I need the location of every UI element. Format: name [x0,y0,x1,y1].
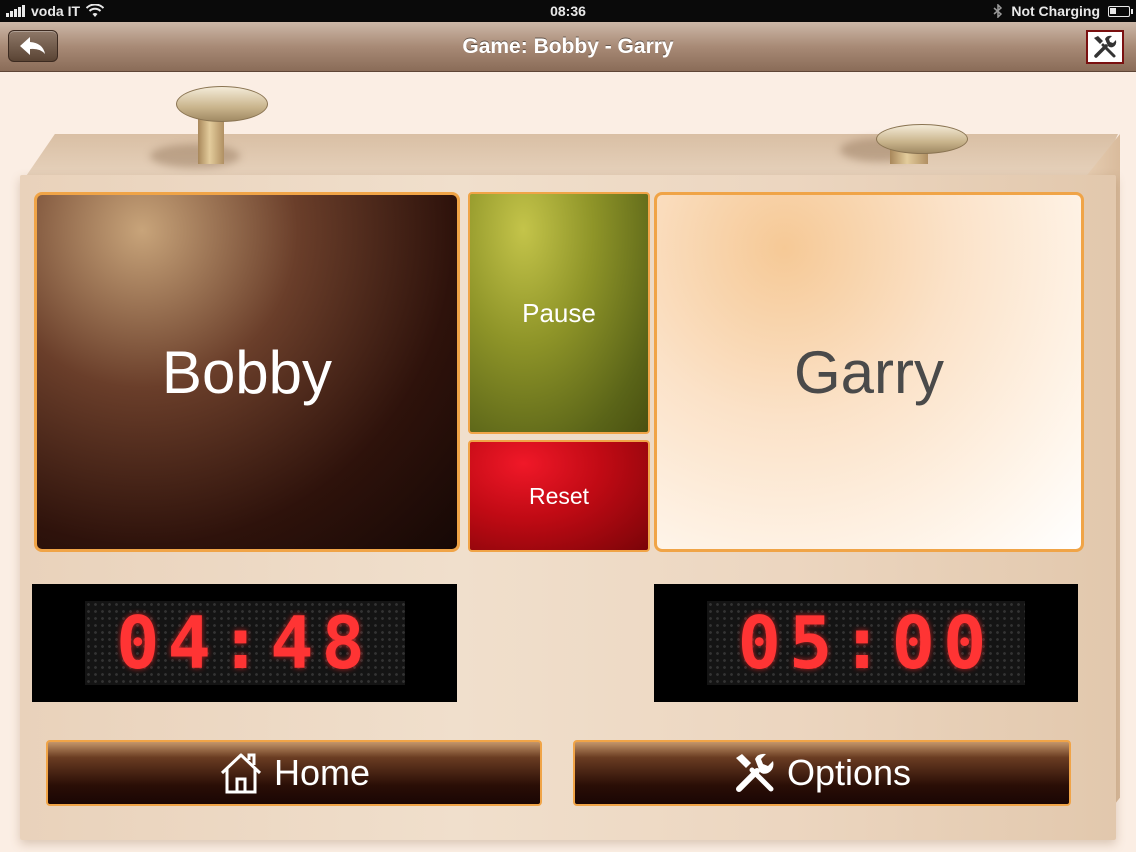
reset-label: Reset [528,482,590,509]
tools-icon [735,753,774,792]
settings-button[interactable] [1086,30,1124,64]
home-icon [220,753,262,794]
status-bar: voda IT 08:36 Not Charging [0,0,1136,22]
charging-status: Not Charging [1011,3,1100,19]
home-button[interactable]: Home [46,740,542,806]
status-time: 08:36 [550,3,586,19]
timer-right: 05:00 [654,584,1078,702]
page-title: Game: Bobby - Garry [462,35,674,58]
left-clock-knob [150,82,270,172]
reset-button[interactable]: Reset [468,440,650,552]
home-label: Home [273,752,371,793]
timer-left-display: 04:48 [84,601,405,685]
options-button[interactable]: Options [573,740,1071,806]
navigation-bar: Game: Bobby - Garry [0,22,1136,72]
status-right: Not Charging [993,3,1133,19]
player-left-panel[interactable]: Bobby [34,192,460,552]
options-label: Options [786,752,912,793]
pause-label: Pause [522,297,596,328]
player-right-name: Garry [794,338,944,406]
player-left-name: Bobby [161,338,333,406]
timer-right-display: 05:00 [707,601,1025,685]
bluetooth-icon [993,4,1003,18]
timer-left: 04:48 [32,584,457,702]
pause-button[interactable]: Pause [468,192,650,434]
right-clock-knob [840,120,970,170]
battery-icon [1108,5,1133,17]
tools-icon [1094,35,1117,58]
player-right-panel[interactable]: Garry [654,192,1084,552]
